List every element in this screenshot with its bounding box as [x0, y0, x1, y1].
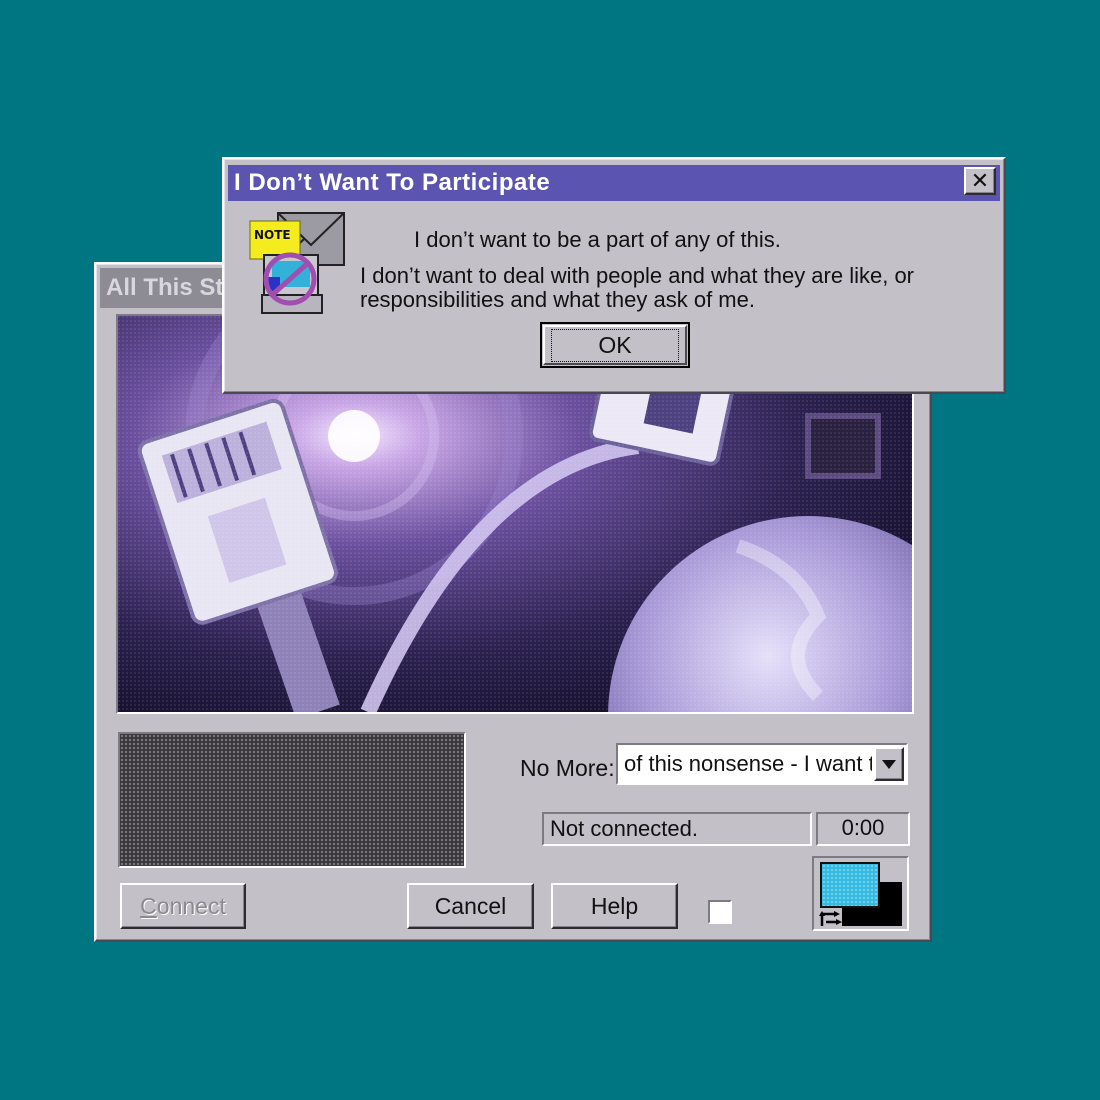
note-icon-label: NOTE — [254, 228, 291, 242]
preview-pane — [118, 732, 466, 868]
connection-timer: 0:00 — [816, 812, 910, 846]
close-button[interactable]: ✕ — [964, 167, 996, 195]
ok-button-face: OK — [543, 325, 687, 365]
dropdown-arrow-button[interactable] — [874, 747, 904, 781]
no-more-label: No More: — [520, 755, 615, 781]
dialog-message-line-2: I don’t want to deal with people and wha… — [360, 263, 915, 288]
participate-dialog: I Don’t Want To Participate ✕ NOTE I don… — [222, 157, 1006, 394]
connect-button[interactable]: Connect — [120, 883, 246, 929]
help-button[interactable]: Help — [551, 883, 678, 929]
connection-status: Not connected. — [542, 812, 812, 846]
ok-button[interactable]: OK — [540, 322, 690, 368]
dialog-message-line-3: responsibilities and what they ask of me… — [360, 287, 755, 312]
option-checkbox[interactable] — [708, 900, 732, 924]
triangle-down-icon — [882, 759, 896, 769]
foreground-color[interactable] — [820, 862, 880, 908]
no-more-dropdown[interactable]: of this nonsense - I want t — [616, 743, 908, 785]
swap-arrows-icon[interactable] — [818, 908, 844, 928]
note-fax-icon: NOTE — [249, 212, 345, 314]
no-more-selected-value: of this nonsense - I want t — [624, 751, 872, 776]
ok-button-label: OK — [551, 328, 679, 362]
dialog-title[interactable]: I Don’t Want To Participate — [228, 165, 1000, 201]
cancel-button[interactable]: Cancel — [407, 883, 534, 929]
connect-label: onnect — [156, 892, 226, 919]
dialog-message-line-1: I don’t want to be a part of any of this… — [414, 227, 781, 252]
color-swatch[interactable] — [812, 856, 909, 931]
close-icon: ✕ — [970, 168, 990, 193]
connect-accelerator: C — [140, 892, 157, 919]
